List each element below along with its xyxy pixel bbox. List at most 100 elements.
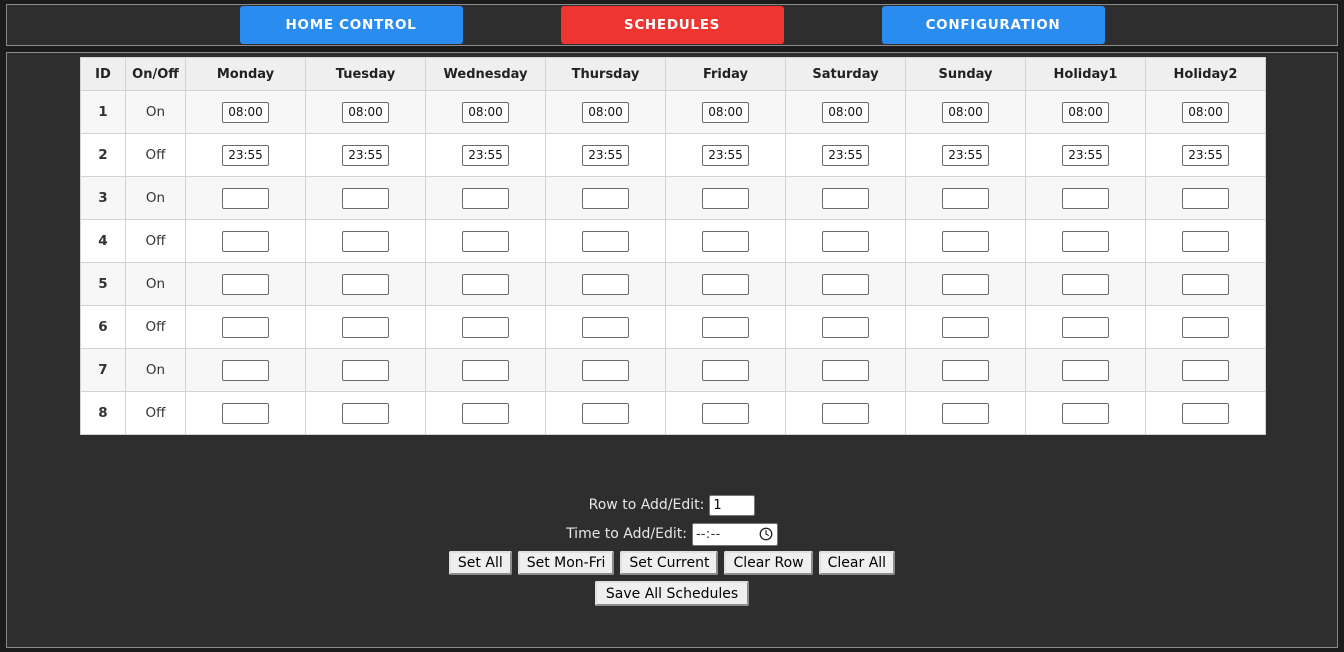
schedule-time-cell [785,348,906,392]
time-input-r5-thursday[interactable] [582,273,629,295]
time-input-r3-friday[interactable] [702,187,749,209]
time-input-r8-holiday1[interactable] [1062,402,1109,424]
time-input-r8-holiday2[interactable] [1182,402,1229,424]
time-input-r4-sunday[interactable] [942,230,989,252]
time-input-r6-holiday2[interactable] [1182,316,1229,338]
time-input-r7-holiday2[interactable] [1182,359,1229,381]
app-root: HOME CONTROL SCHEDULES CONFIGURATION ID On/… [0,0,1344,652]
time-input-r7-tuesday[interactable] [342,359,389,381]
time-to-edit-input[interactable]: --:-- [691,522,778,546]
time-input-r2-holiday1[interactable] [1062,144,1109,166]
time-input-r5-wednesday[interactable] [462,273,509,295]
time-input-r7-monday[interactable] [222,359,269,381]
schedule-time-cell [1145,391,1266,435]
time-input-r8-thursday[interactable] [582,402,629,424]
time-edit-line: Time to Add/Edit: --:-- [7,522,1337,546]
column-header-wednesday: Wednesday [425,57,546,91]
time-input-r2-thursday[interactable] [582,144,629,166]
time-input-r5-holiday2[interactable] [1182,273,1229,295]
time-input-r3-holiday1[interactable] [1062,187,1109,209]
time-input-r3-monday[interactable] [222,187,269,209]
time-input-r2-holiday2[interactable] [1182,144,1229,166]
time-input-r8-monday[interactable] [222,402,269,424]
clear-row-button[interactable]: Clear Row [724,551,813,575]
time-input-r4-wednesday[interactable] [462,230,509,252]
time-input-r4-friday[interactable] [702,230,749,252]
row-id-cell: 2 [80,133,126,177]
time-input-r5-sunday[interactable] [942,273,989,295]
time-input-r2-tuesday[interactable] [342,144,389,166]
time-input-r4-holiday1[interactable] [1062,230,1109,252]
tab-home-control[interactable]: HOME CONTROL [239,6,463,44]
time-input-r2-friday[interactable] [702,144,749,166]
schedule-time-cell [785,90,906,134]
main-content-panel: ID On/Off Monday Tuesday Wednesday Thursday Fr… [6,52,1338,648]
time-input-r2-sunday[interactable] [942,144,989,166]
time-input-r6-monday[interactable] [222,316,269,338]
tab-configuration[interactable]: CONFIGURATION [881,6,1105,44]
time-input-r7-holiday1[interactable] [1062,359,1109,381]
time-input-r8-saturday[interactable] [822,402,869,424]
time-input-r7-sunday[interactable] [942,359,989,381]
set-all-button[interactable]: Set All [448,551,512,575]
time-input-r6-thursday[interactable] [582,316,629,338]
time-input-r3-sunday[interactable] [942,187,989,209]
time-input-r3-holiday2[interactable] [1182,187,1229,209]
time-input-r3-wednesday[interactable] [462,187,509,209]
time-input-r8-tuesday[interactable] [342,402,389,424]
time-input-r6-holiday1[interactable] [1062,316,1109,338]
time-input-r1-saturday[interactable] [822,101,869,123]
time-input-r5-monday[interactable] [222,273,269,295]
time-input-r5-saturday[interactable] [822,273,869,295]
table-row: 7 On [80,348,1266,392]
clock-icon[interactable] [759,527,773,541]
time-input-r8-friday[interactable] [702,402,749,424]
time-input-r5-friday[interactable] [702,273,749,295]
time-input-r4-tuesday[interactable] [342,230,389,252]
time-input-r1-friday[interactable] [702,101,749,123]
schedule-time-cell [785,219,906,263]
time-input-r2-saturday[interactable] [822,144,869,166]
set-mon-fri-button[interactable]: Set Mon-Fri [517,551,615,575]
time-input-r4-holiday2[interactable] [1182,230,1229,252]
time-input-r6-tuesday[interactable] [342,316,389,338]
row-onoff-cell: On [125,348,186,392]
time-input-r2-monday[interactable] [222,144,269,166]
clear-all-button[interactable]: Clear All [818,551,896,575]
time-input-r3-thursday[interactable] [582,187,629,209]
time-input-r2-wednesday[interactable] [462,144,509,166]
tab-schedules[interactable]: SCHEDULES [560,6,784,44]
save-all-schedules-button[interactable]: Save All Schedules [594,581,750,606]
time-input-r6-friday[interactable] [702,316,749,338]
time-input-r4-saturday[interactable] [822,230,869,252]
row-edit-line: Row to Add/Edit: [7,493,1337,517]
time-input-r7-friday[interactable] [702,359,749,381]
time-input-r1-thursday[interactable] [582,101,629,123]
time-input-r6-wednesday[interactable] [462,316,509,338]
time-input-r1-sunday[interactable] [942,101,989,123]
time-input-r5-holiday1[interactable] [1062,273,1109,295]
schedule-time-cell [1145,348,1266,392]
time-input-r1-wednesday[interactable] [462,101,509,123]
time-input-r5-tuesday[interactable] [342,273,389,295]
time-input-r6-saturday[interactable] [822,316,869,338]
time-input-r8-wednesday[interactable] [462,402,509,424]
time-input-r7-wednesday[interactable] [462,359,509,381]
row-to-edit-input[interactable] [709,494,756,516]
time-input-r8-sunday[interactable] [942,402,989,424]
row-id-cell: 4 [80,219,126,263]
time-input-r4-monday[interactable] [222,230,269,252]
time-input-r7-saturday[interactable] [822,359,869,381]
time-input-r1-holiday2[interactable] [1182,101,1229,123]
time-input-r7-thursday[interactable] [582,359,629,381]
time-input-r6-sunday[interactable] [942,316,989,338]
set-current-button[interactable]: Set Current [620,551,719,575]
time-input-r1-tuesday[interactable] [342,101,389,123]
time-input-r3-saturday[interactable] [822,187,869,209]
time-input-r4-thursday[interactable] [582,230,629,252]
time-input-r1-monday[interactable] [222,101,269,123]
row-id-cell: 1 [80,90,126,134]
time-input-r3-tuesday[interactable] [342,187,389,209]
table-row: 3 On [80,176,1266,220]
time-input-r1-holiday1[interactable] [1062,101,1109,123]
